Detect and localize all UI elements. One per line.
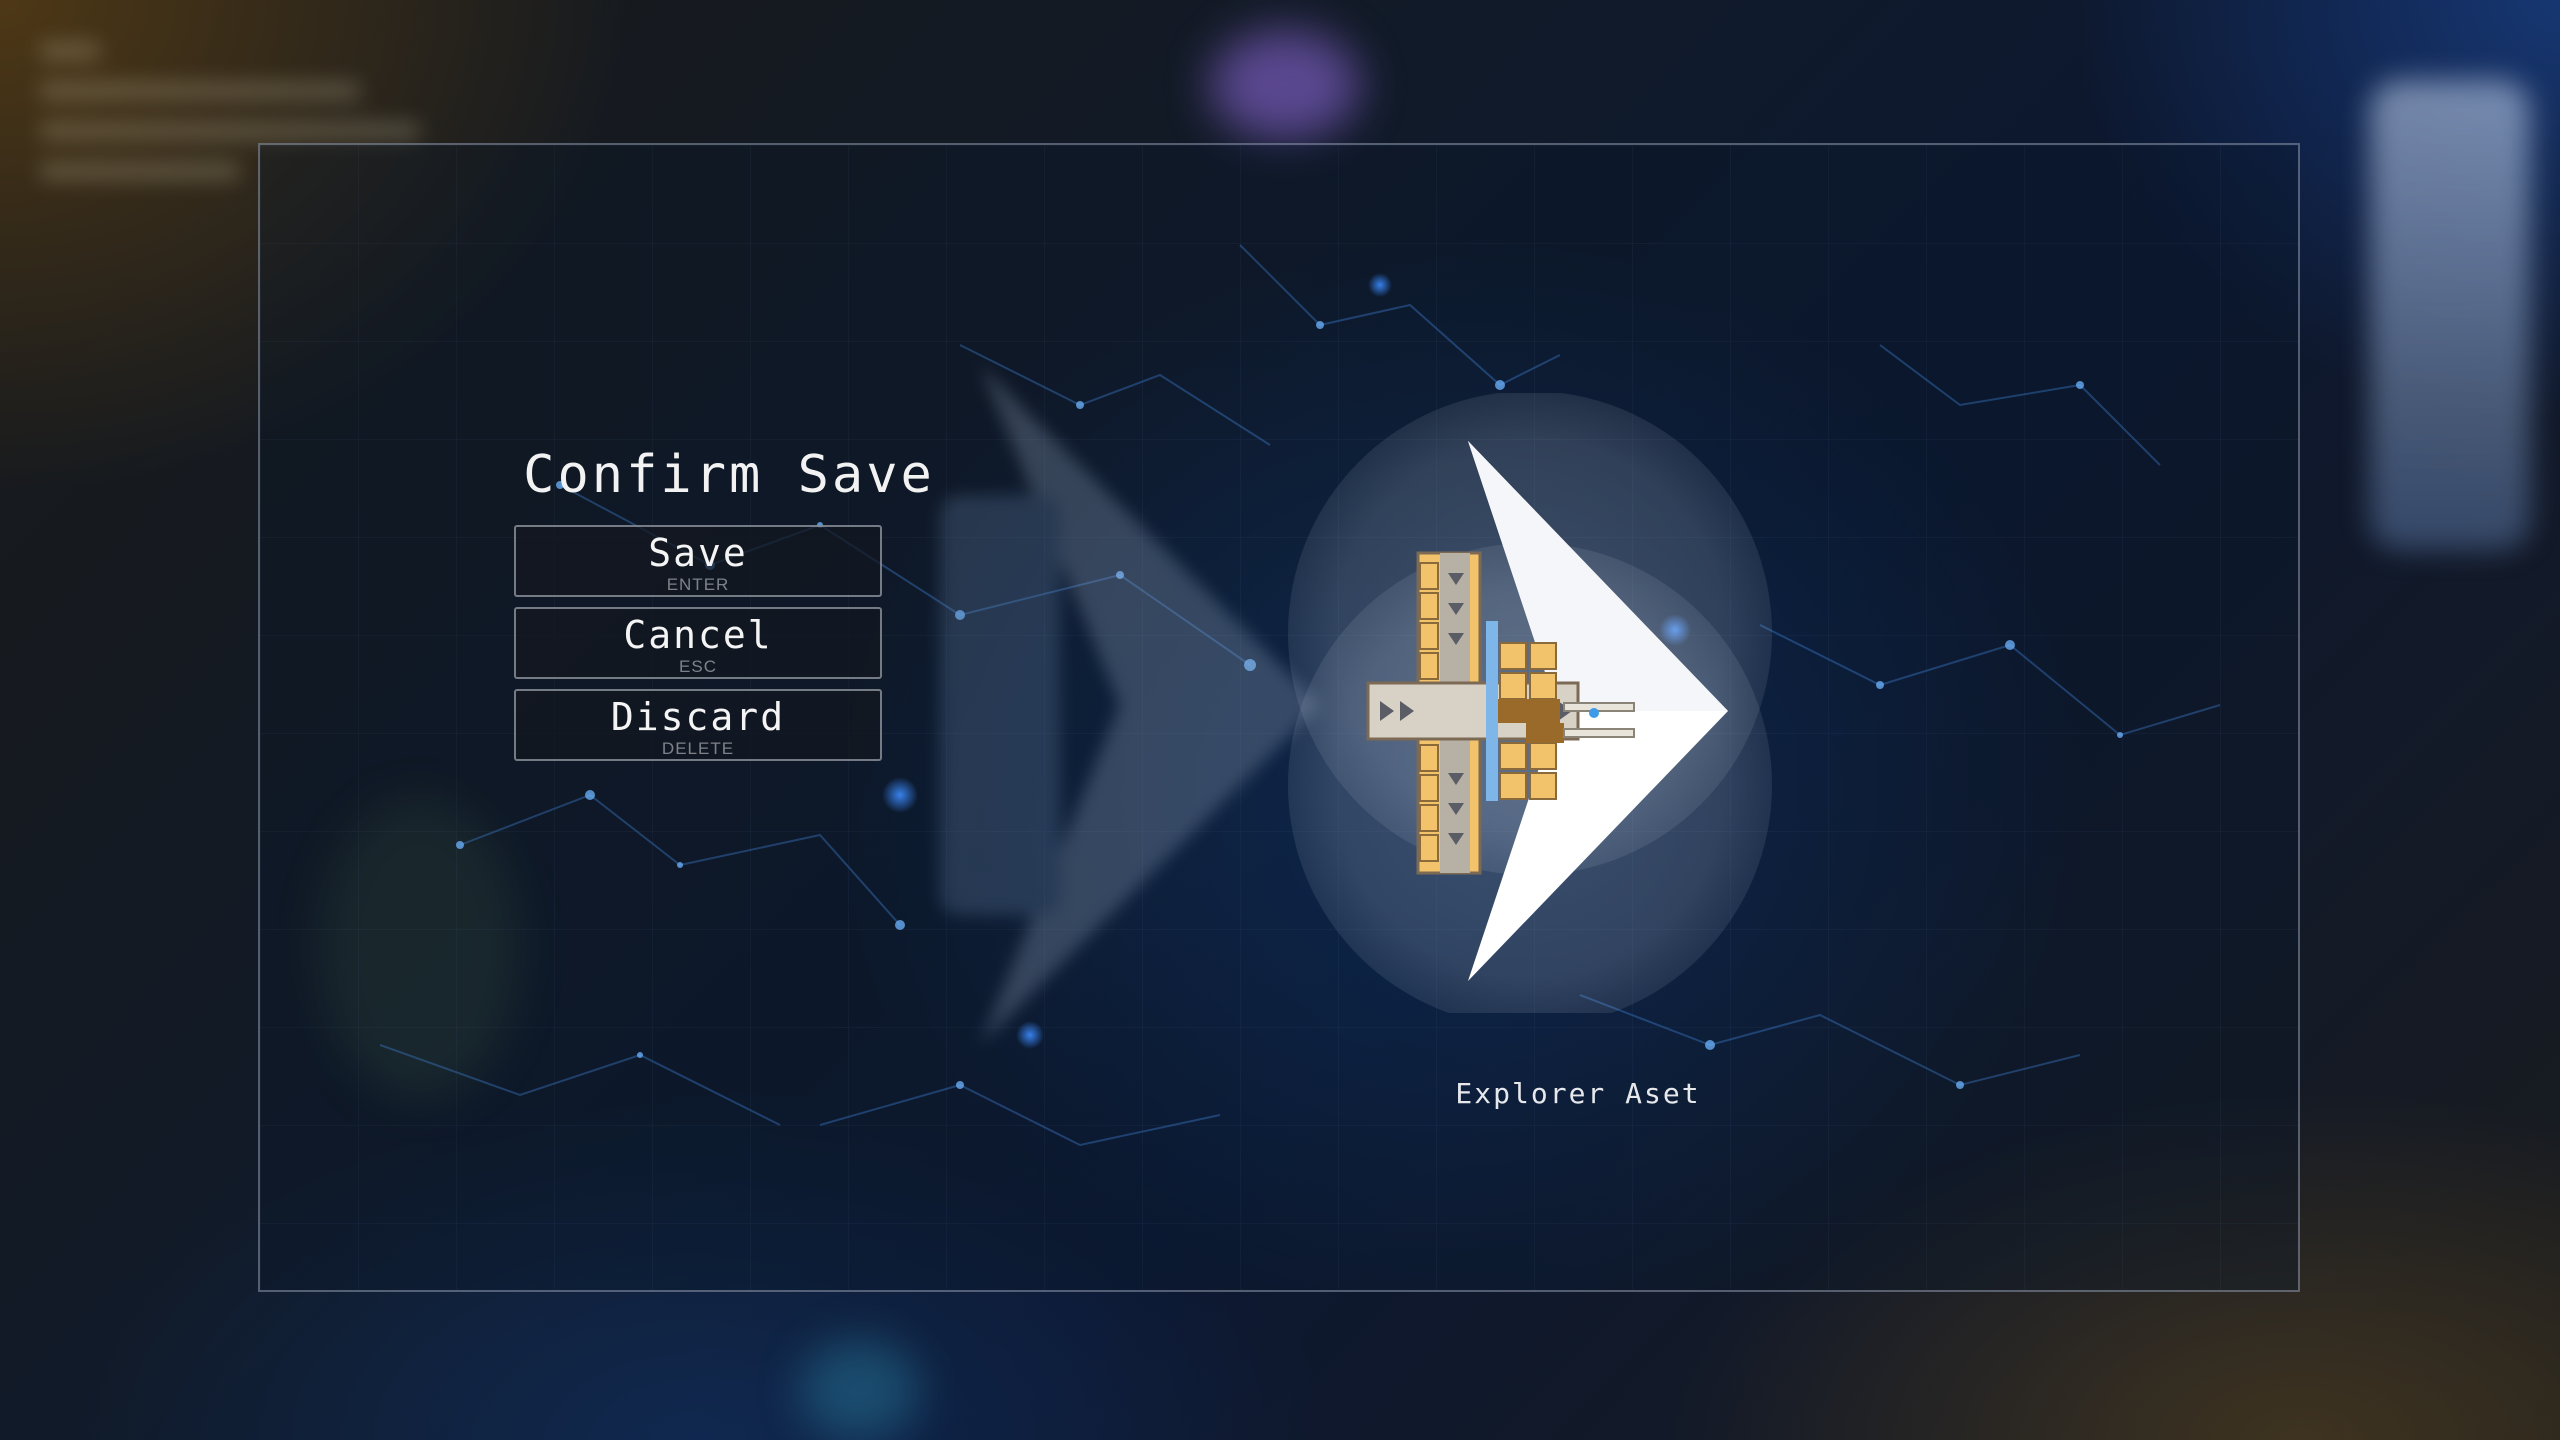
blurred-background-structure	[2370, 80, 2530, 550]
save-button[interactable]: Save ENTER	[514, 525, 882, 597]
save-button-hotkey: ENTER	[666, 575, 730, 594]
cancel-button-label: Cancel	[623, 613, 773, 657]
cancel-button[interactable]: Cancel ESC	[514, 607, 882, 679]
confirm-save-dialog: Confirm Save Save ENTER Cancel ESC Disca…	[258, 143, 2300, 1292]
spaceship-icon	[1288, 393, 1772, 1013]
blurred-background-nebula	[1210, 30, 1360, 140]
blurred-background-light	[800, 1340, 920, 1440]
discard-button[interactable]: Discard DELETE	[514, 689, 882, 761]
dialog-title: Confirm Save	[523, 445, 935, 505]
ship-name: Explorer Aset	[1455, 1077, 1701, 1110]
discard-button-label: Discard	[610, 695, 786, 739]
game-screen: Confirm Save Save ENTER Cancel ESC Disca…	[0, 0, 2560, 1440]
discard-button-hotkey: DELETE	[661, 739, 735, 758]
save-button-label: Save	[648, 531, 748, 575]
cancel-button-hotkey: ESC	[679, 657, 717, 676]
